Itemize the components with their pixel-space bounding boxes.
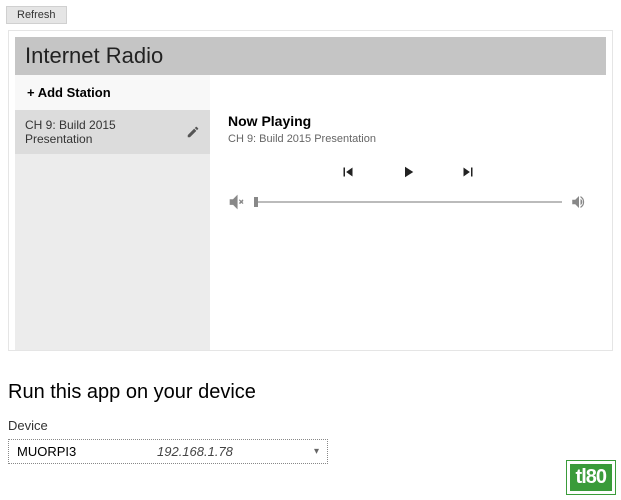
- volume-row: [228, 193, 588, 211]
- pencil-icon[interactable]: [186, 125, 200, 139]
- device-ip: 192.168.1.78: [157, 444, 308, 459]
- app-preview-frame: Internet Radio + Add Station CH 9: Build…: [8, 30, 613, 351]
- chevron-down-icon: ▾: [314, 446, 319, 457]
- station-sidebar: + Add Station CH 9: Build 2015 Presentat…: [15, 75, 210, 350]
- app-title-bar: Internet Radio: [15, 37, 606, 75]
- refresh-button[interactable]: Refresh: [6, 6, 67, 24]
- next-track-icon[interactable]: [459, 163, 477, 181]
- volume-thumb[interactable]: [254, 197, 258, 207]
- deploy-section: Run this app on your device Device MUORP…: [8, 381, 613, 464]
- player-area: Now Playing CH 9: Build 2015 Presentatio…: [210, 75, 606, 350]
- deploy-heading: Run this app on your device: [8, 381, 613, 404]
- previous-track-icon[interactable]: [339, 163, 357, 181]
- device-name: MUORPI3: [17, 444, 157, 459]
- app-content: + Add Station CH 9: Build 2015 Presentat…: [15, 75, 606, 350]
- transport-controls: [228, 163, 588, 181]
- add-station-button[interactable]: + Add Station: [15, 75, 210, 110]
- now-playing-track: CH 9: Build 2015 Presentation: [228, 133, 588, 145]
- app-title: Internet Radio: [25, 43, 163, 68]
- watermark-logo: tl80: [567, 461, 615, 494]
- device-field-label: Device: [8, 418, 613, 433]
- play-icon[interactable]: [399, 163, 417, 181]
- now-playing-heading: Now Playing: [228, 113, 588, 129]
- volume-high-icon[interactable]: [570, 193, 588, 211]
- station-item-label: CH 9: Build 2015 Presentation: [25, 118, 186, 146]
- station-item[interactable]: CH 9: Build 2015 Presentation: [15, 110, 210, 154]
- device-select-dropdown[interactable]: MUORPI3 192.168.1.78 ▾: [8, 439, 328, 464]
- volume-slider[interactable]: [254, 201, 562, 203]
- volume-mute-icon[interactable]: [228, 193, 246, 211]
